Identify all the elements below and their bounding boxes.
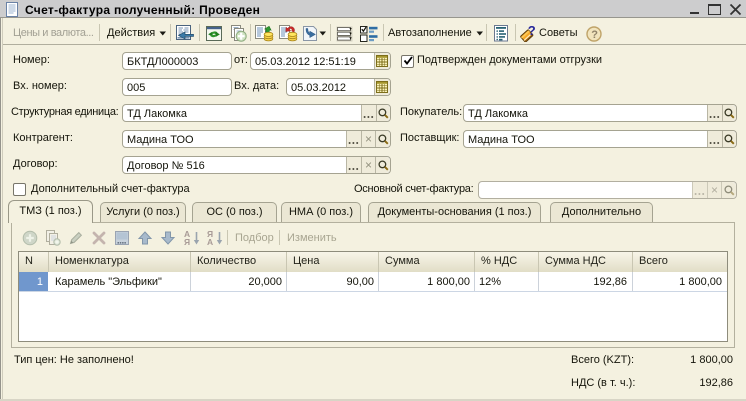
svg-text:Я: Я bbox=[184, 237, 190, 246]
svg-text:А: А bbox=[207, 237, 213, 246]
svg-text:?: ? bbox=[591, 29, 598, 41]
svg-text:?: ? bbox=[528, 24, 536, 38]
